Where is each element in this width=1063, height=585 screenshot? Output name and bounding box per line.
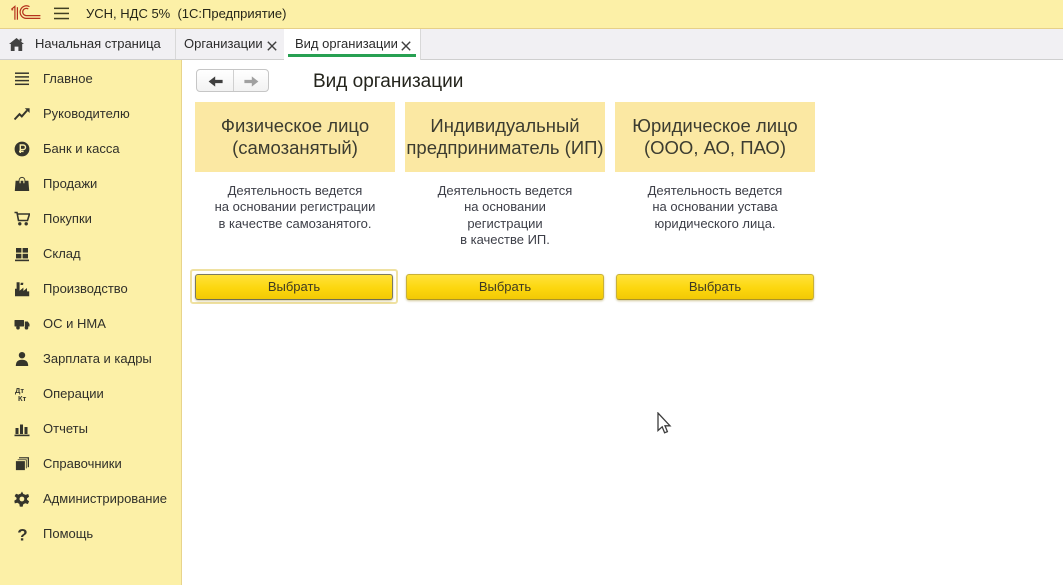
- svg-text:Кт: Кт: [18, 394, 27, 402]
- svg-text:?: ?: [17, 526, 27, 542]
